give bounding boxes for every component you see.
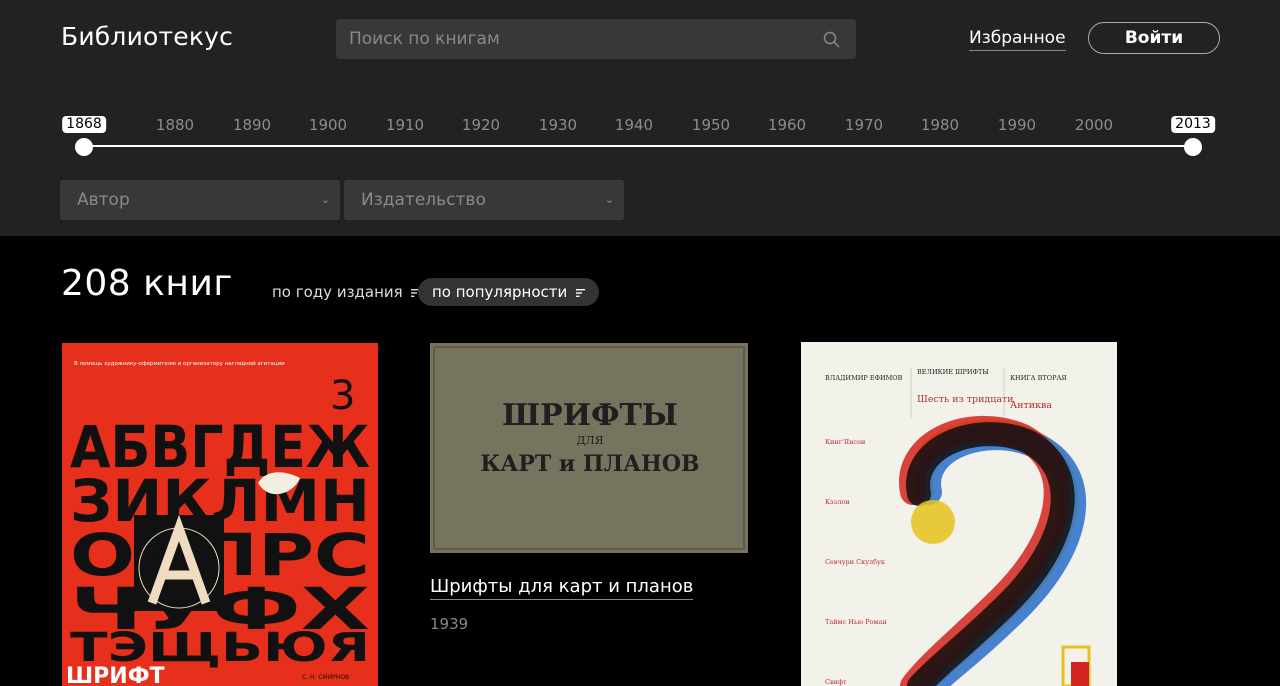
year-tick: 1970 <box>844 116 884 134</box>
cover-word: ШРИФТ <box>66 664 165 686</box>
range-start-handle[interactable] <box>75 138 93 156</box>
author-select[interactable]: Автор ⌄ <box>60 180 340 220</box>
cover-book: КНИГА ВТОРАЯ <box>1010 374 1067 382</box>
login-button[interactable]: Войти <box>1088 22 1220 54</box>
favorites-link[interactable]: Избранное <box>969 28 1066 51</box>
author-select-label: Автор <box>77 190 130 210</box>
year-tick: 1950 <box>691 116 731 134</box>
year-tick: 1900 <box>308 116 348 134</box>
slider-track[interactable] <box>84 145 1194 147</box>
search-icon[interactable] <box>823 31 840 48</box>
cover-font-name: Кинг'Янсон <box>825 438 865 446</box>
year-tick: 1930 <box>538 116 578 134</box>
cover-author: С. Н. СМИРНОВ <box>302 674 349 681</box>
cover-author: ВЛАДИМИР ЕФИМОВ <box>825 374 903 382</box>
search-box[interactable] <box>336 19 856 59</box>
cover-letter-rows: АБВГДЕЖ ЗИКЛМН ОАПРС ЧУФХ ТЭЩЬЮЯ <box>70 413 370 671</box>
book-cover-shrift[interactable]: В помощь художнику-оформителю и организа… <box>62 343 378 686</box>
publisher-select-label: Издательство <box>361 190 486 210</box>
cover-art-antikva: ВЛАДИМИР ЕФИМОВ ВЕЛИКИЕ ШРИФТЫ Шесть из … <box>801 342 1117 686</box>
cover-line-3: КАРТ и ПЛАНОВ <box>480 451 699 477</box>
cover-line-2: ДЛЯ <box>576 434 603 447</box>
year-tick: 1910 <box>385 116 425 134</box>
year-tick: 1960 <box>767 116 807 134</box>
range-end-label: 2013 <box>1171 116 1215 133</box>
chevron-down-icon: ⌄ <box>320 193 330 206</box>
year-tick: 1890 <box>232 116 272 134</box>
cover-art-shrift: В помощь художнику-оформителю и организа… <box>62 343 378 686</box>
sort-by-popularity-label: по популярности <box>432 283 568 301</box>
year-tick: 1980 <box>920 116 960 134</box>
cover-font-name: Свифт <box>825 678 847 686</box>
year-tick: 1990 <box>997 116 1037 134</box>
year-tick: 1880 <box>155 116 195 134</box>
cover-font-name: Таймс Нью Роман <box>825 618 887 626</box>
year-tick: 1940 <box>614 116 654 134</box>
chevron-down-icon: ⌄ <box>604 193 614 206</box>
year-range-slider[interactable]: 1868 1880 1890 1900 1910 1920 1930 1940 … <box>0 110 1280 160</box>
book-year: 1939 <box>430 615 469 633</box>
cover-note: В помощь художнику-оформителю и организа… <box>74 360 285 367</box>
cover-art-maps: ШРИФТЫ ДЛЯ КАРТ и ПЛАНОВ <box>430 343 748 553</box>
sort-by-year[interactable]: по году издания <box>272 283 421 301</box>
search-input[interactable] <box>336 19 856 59</box>
cover-series: ВЕЛИКИЕ ШРИФТЫ <box>917 368 989 376</box>
cover-subtitle: Шесть из тридцати <box>917 394 1014 405</box>
cover-font-name: Севчури Скулбук <box>825 558 885 566</box>
results-count: 208 книг <box>61 263 233 304</box>
header-panel: Библиотекус Избранное Войти 1868 1880 18… <box>0 0 1280 236</box>
publisher-select[interactable]: Издательство ⌄ <box>344 180 624 220</box>
cover-line-1: ШРИФТЫ <box>502 398 678 433</box>
book-cover-antikva[interactable]: ВЛАДИМИР ЕФИМОВ ВЕЛИКИЕ ШРИФТЫ Шесть из … <box>801 342 1117 686</box>
book-cover-maps[interactable]: ШРИФТЫ ДЛЯ КАРТ и ПЛАНОВ <box>430 343 748 553</box>
sort-by-year-label: по году издания <box>272 283 403 301</box>
range-end-handle[interactable] <box>1184 138 1202 156</box>
site-logo[interactable]: Библиотекус <box>61 22 233 51</box>
sort-by-popularity[interactable]: по популярности <box>418 278 600 306</box>
year-tick: 2000 <box>1074 116 1114 134</box>
range-start-label: 1868 <box>62 116 106 133</box>
cover-book-title: Антиква <box>1010 400 1052 411</box>
cover-font-name: Кэзлон <box>825 498 850 506</box>
year-tick: 1920 <box>461 116 501 134</box>
sort-icon <box>576 288 586 297</box>
book-title[interactable]: Шрифты для карт и планов <box>430 576 694 600</box>
